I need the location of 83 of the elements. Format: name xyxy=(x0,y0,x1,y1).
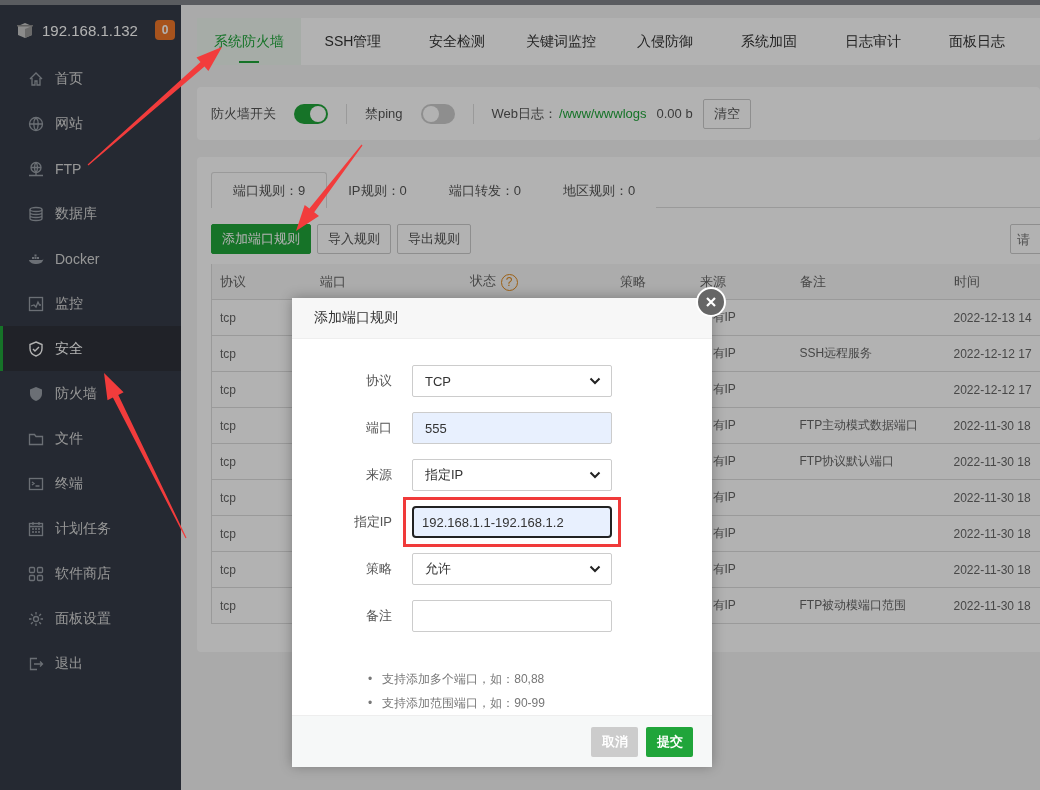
field-label: 来源 xyxy=(365,466,392,484)
database-icon xyxy=(28,205,44,222)
globe-network-icon xyxy=(28,160,44,177)
tab[interactable]: SSH管理 xyxy=(301,18,405,65)
dropdown[interactable]: 指定IP xyxy=(412,459,612,491)
nav-item[interactable]: 软件商店 xyxy=(0,551,181,596)
toggle-switch[interactable] xyxy=(420,103,455,124)
nav-item[interactable]: 面板设置 xyxy=(0,596,181,641)
nav-item[interactable]: 监控 xyxy=(0,281,181,326)
shield-check-icon xyxy=(28,340,44,357)
tab[interactable]: 安全检测 xyxy=(405,18,509,65)
field-label: 备注 xyxy=(365,607,392,625)
toggle-label: 防火墙开关 xyxy=(211,104,276,123)
logout-icon xyxy=(28,655,44,672)
table-cell: 2022-12-13 14 xyxy=(946,299,1040,336)
close-icon xyxy=(705,296,717,308)
table-cell: 2022-11-30 18 xyxy=(946,551,1040,588)
tab[interactable]: 日志审计 xyxy=(821,18,925,65)
caret-icon xyxy=(589,471,601,479)
hint-text: 支持添加多个端口，如：80,88 xyxy=(382,671,545,688)
table-cell: FTP主动模式数据端口 xyxy=(791,407,947,444)
log-label: Web日志： xyxy=(491,104,558,123)
table-cell: 2022-11-30 18 xyxy=(946,407,1040,444)
table-cell: 2022-11-30 18 xyxy=(946,443,1040,480)
tab[interactable]: 端口规则：9 xyxy=(211,172,328,208)
caret-icon xyxy=(589,377,601,385)
column-header: 备注 xyxy=(791,264,947,300)
column-header: 策略 xyxy=(611,264,692,300)
submit-button[interactable]: 提交 xyxy=(646,726,693,757)
toggle-switch[interactable] xyxy=(294,103,328,124)
search-field[interactable]: 请 xyxy=(1010,224,1040,254)
server-icon xyxy=(16,21,34,39)
globe-icon xyxy=(28,115,44,132)
table-cell: 2022-11-30 18 xyxy=(946,479,1040,516)
log-size: 0.00 b xyxy=(656,106,693,121)
notification-badge: 0 xyxy=(155,20,175,40)
bullet-icon: • xyxy=(368,691,373,715)
nav-item[interactable]: Docker xyxy=(0,236,181,281)
table-cell: 2022-11-30 18 xyxy=(946,515,1040,552)
log-path-link[interactable]: /www/wwwlogs xyxy=(559,106,647,121)
gear-icon xyxy=(28,610,44,627)
input-field[interactable]: 192.168.1.1-192.168.1.2 xyxy=(412,506,612,538)
dialog-title: 添加端口规则 xyxy=(292,298,712,339)
nav-item[interactable]: 退出 xyxy=(0,641,181,686)
host-address: 192.168.1.132 xyxy=(42,21,138,39)
dropdown[interactable]: 允许 xyxy=(412,553,612,585)
terminal-icon xyxy=(28,475,44,492)
field-label: 指定IP xyxy=(352,513,392,531)
table-cell: 2022-11-30 18 xyxy=(946,587,1040,624)
hint-text: 支持添加范围端口，如：90-99 xyxy=(382,695,545,712)
tab[interactable]: 系统加固 xyxy=(717,18,821,65)
grid-icon xyxy=(28,565,44,582)
nav-item[interactable]: 安全 xyxy=(0,326,181,371)
field-label: 策略 xyxy=(365,560,392,578)
shield-icon xyxy=(28,385,44,402)
tab[interactable]: 入侵防御 xyxy=(613,18,717,65)
bullet-icon: • xyxy=(368,667,373,691)
table-cell: 2022-12-12 17 xyxy=(946,335,1040,372)
table-cell: FTP被动模端口范围 xyxy=(791,587,947,624)
clear-button[interactable]: 清空 xyxy=(702,98,751,129)
table-cell: 2022-12-12 17 xyxy=(946,371,1040,408)
column-header: 协议 xyxy=(211,264,312,300)
input-field[interactable]: 555 xyxy=(412,412,612,444)
field-label: 端口 xyxy=(365,419,392,437)
tab[interactable]: 面板日志 xyxy=(925,18,1029,65)
calendar-icon xyxy=(28,520,44,537)
toggle-label: 禁ping xyxy=(365,104,403,123)
rule-button[interactable]: 导出规则 xyxy=(397,224,471,254)
add-rule-button[interactable]: 添加端口规则 xyxy=(211,224,311,254)
column-header: 状态 xyxy=(469,273,496,289)
column-header: 时间 xyxy=(946,264,1040,300)
table-cell: SSH远程服务 xyxy=(791,335,947,372)
input-field[interactable] xyxy=(412,600,612,632)
column-header: 端口 xyxy=(311,264,462,300)
tab[interactable]: 关键词监控 xyxy=(509,18,613,65)
dropdown[interactable]: TCP xyxy=(412,365,612,397)
table-cell: FTP协议默认端口 xyxy=(791,443,947,480)
rule-button[interactable]: 导入规则 xyxy=(317,224,391,254)
caret-icon xyxy=(589,565,601,573)
home-icon xyxy=(28,70,44,87)
nav-item[interactable]: 数据库 xyxy=(0,191,181,236)
field-label: 协议 xyxy=(365,372,392,390)
chart-icon xyxy=(28,295,44,312)
